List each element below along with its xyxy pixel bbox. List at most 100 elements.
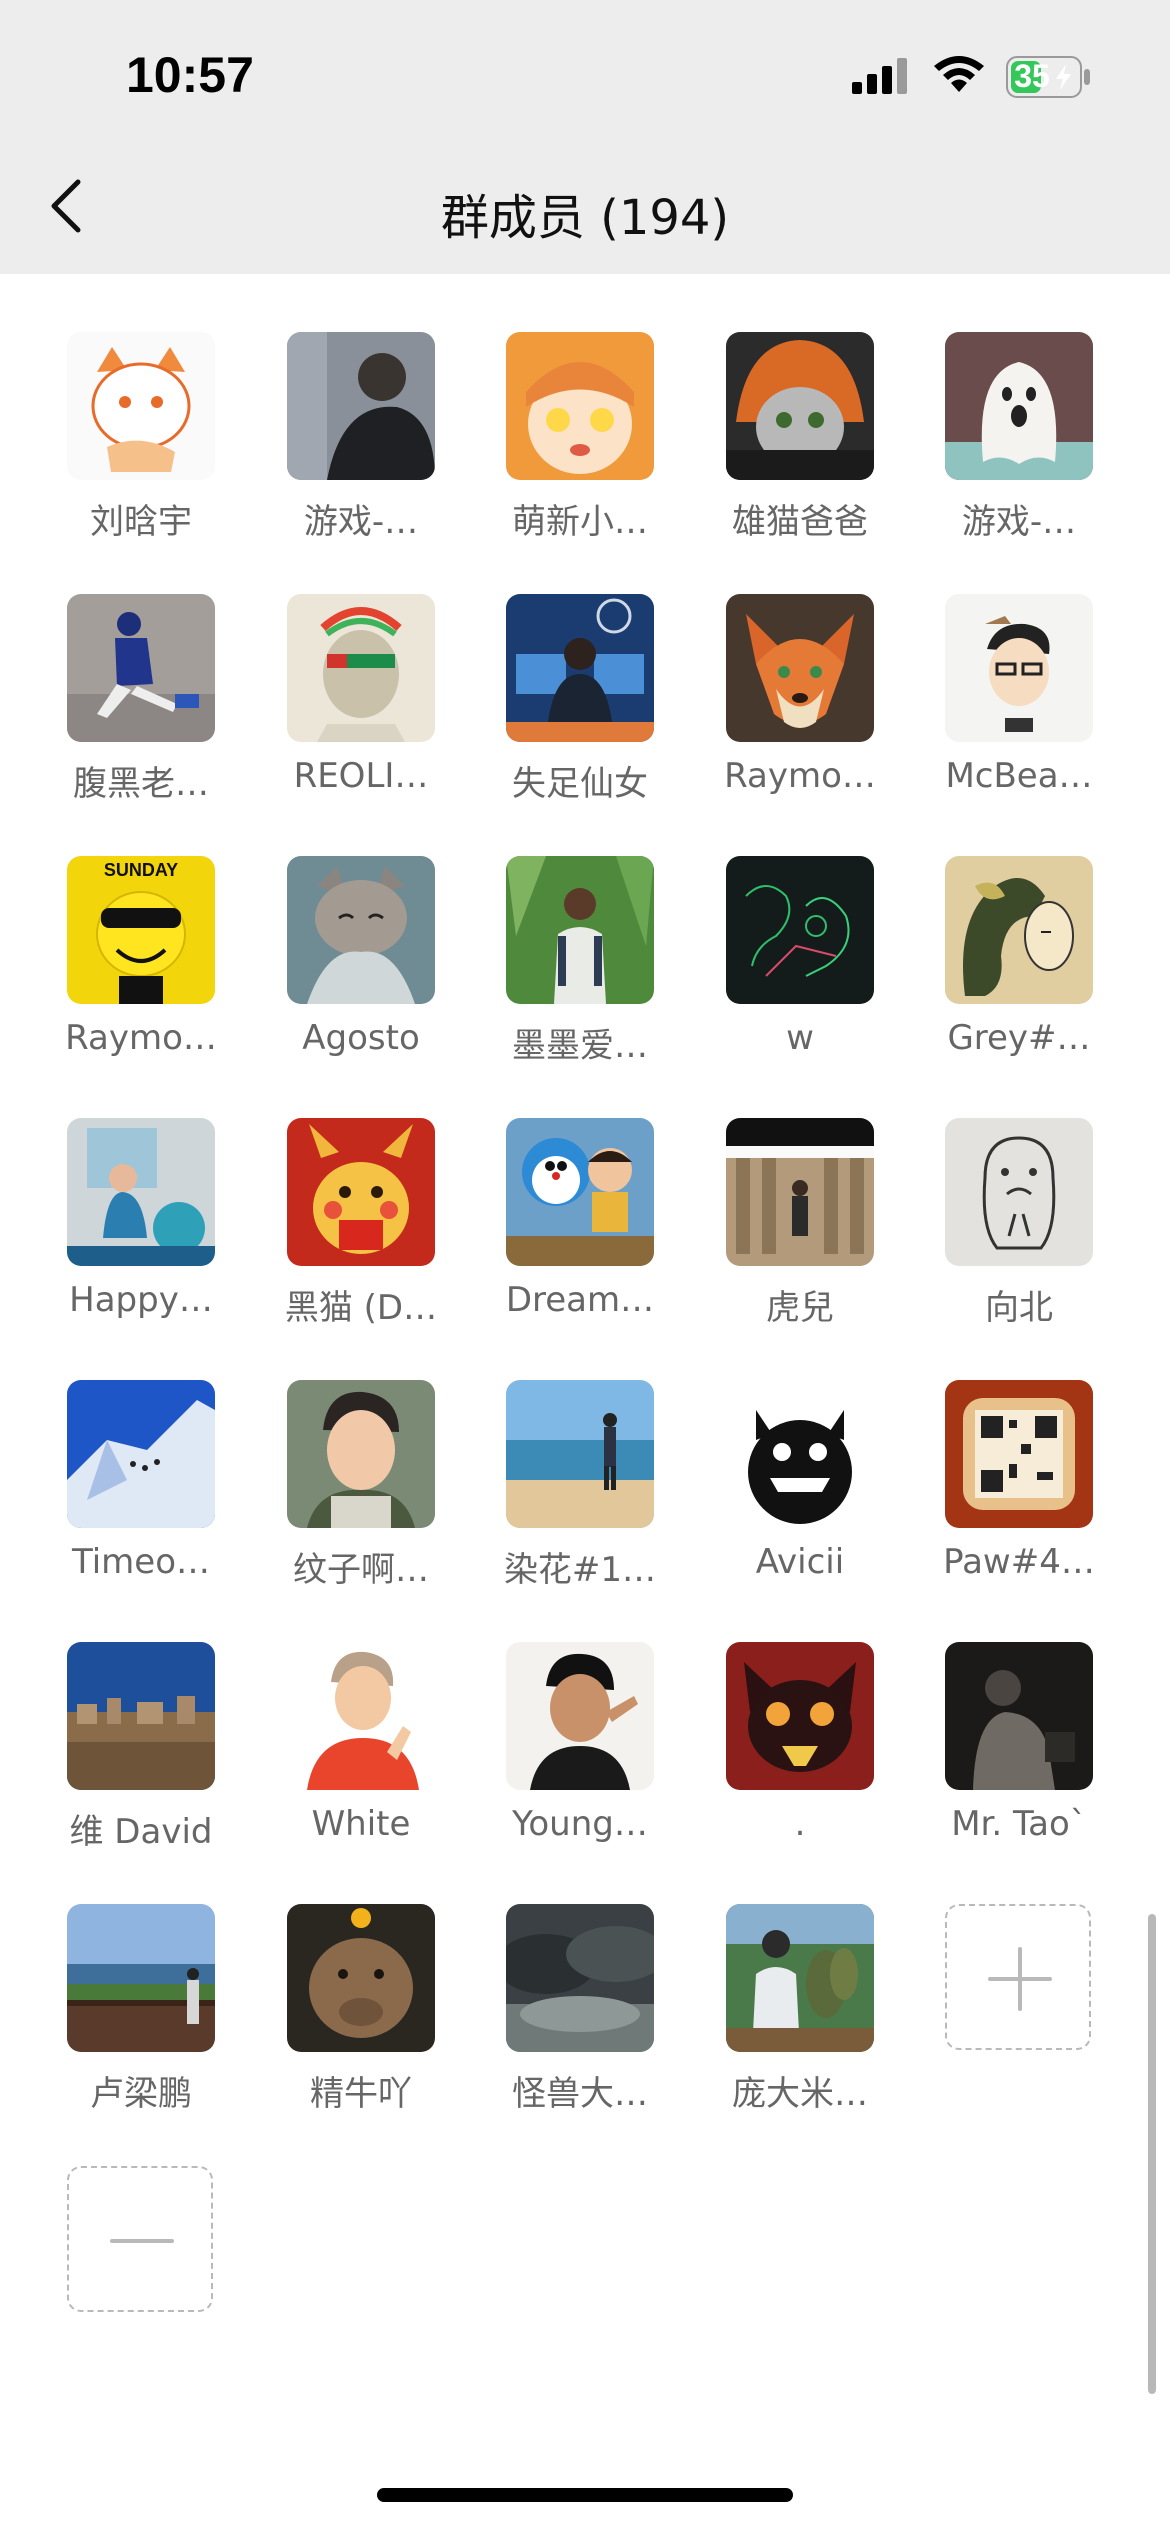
- member-item[interactable]: Young…: [469, 1642, 691, 1882]
- sunday-smiley-icon: SUNDAY: [67, 856, 215, 1004]
- member-item[interactable]: Timeo…: [30, 1380, 252, 1620]
- member-item[interactable]: REOLI…: [250, 594, 472, 834]
- member-name: 刘晗宇: [90, 502, 192, 542]
- member-item[interactable]: Raymo…: [689, 594, 911, 834]
- member-item[interactable]: Paw#4…: [908, 1380, 1130, 1620]
- member-item[interactable]: 腹黑老…: [30, 594, 252, 834]
- member-name: 维 David: [69, 1812, 213, 1852]
- member-item[interactable]: 雄猫爸爸: [689, 332, 911, 572]
- member-name: 失足仙女: [512, 764, 648, 804]
- botanical-face-icon: [945, 856, 1093, 1004]
- battery-icon: 35: [1006, 56, 1092, 103]
- member-item[interactable]: 向北: [908, 1118, 1130, 1358]
- member-item[interactable]: Dream…: [469, 1118, 691, 1358]
- add-member-button[interactable]: [945, 1904, 1091, 2050]
- red-cat-icon: [726, 1642, 874, 1790]
- member-name: Paw#4…: [943, 1542, 1095, 1582]
- home-indicator: [377, 2488, 793, 2502]
- member-item[interactable]: 染花#1…: [469, 1380, 691, 1620]
- member-item[interactable]: 怪兽大…: [469, 1904, 691, 2144]
- member-name: Avicii: [755, 1542, 845, 1582]
- member-item[interactable]: 庞大米…: [689, 1904, 911, 2144]
- member-name: White: [311, 1804, 411, 1844]
- member-name: Dream…: [505, 1280, 655, 1320]
- member-item[interactable]: 精牛吖: [250, 1904, 472, 2144]
- status-time: 10:57: [126, 47, 254, 103]
- member-item[interactable]: 失足仙女: [469, 594, 691, 834]
- member-item[interactable]: 游戏-…: [250, 332, 472, 572]
- minus-icon: [110, 2239, 174, 2243]
- member-item[interactable]: Grey#…: [908, 856, 1130, 1096]
- member-item[interactable]: Mr. Tao`: [908, 1642, 1130, 1882]
- member-item[interactable]: 卢梁鹏: [30, 1904, 252, 2144]
- member-grid: 刘晗宇 游戏-… 萌新小… 雄猫爸爸 游戏-… 腹黑老… REOLI… 失足仙女…: [0, 274, 1170, 2532]
- member-item[interactable]: 游戏-…: [908, 332, 1130, 572]
- top-bar: 10:57 35 群成员 (194): [0, 0, 1170, 274]
- city-sky-icon: [67, 1642, 215, 1790]
- young-man-selfie-icon: [287, 1380, 435, 1528]
- dark-portrait-icon: [945, 1642, 1093, 1790]
- member-name: .: [794, 1804, 806, 1844]
- pikachu-icon: [287, 1118, 435, 1266]
- member-name: Happy…: [69, 1280, 213, 1320]
- cat-helmet-icon: [726, 332, 874, 480]
- member-item[interactable]: 黑猫 (D…: [250, 1118, 472, 1358]
- doraemon-icon: [506, 1118, 654, 1266]
- remove-member-button[interactable]: [67, 2166, 213, 2312]
- black-monster-icon: [726, 1380, 874, 1528]
- member-name: Young…: [512, 1804, 648, 1844]
- fisherman-icon: [726, 1904, 874, 2052]
- member-name: McBea…: [945, 756, 1093, 796]
- page-title: 群成员 (194): [440, 190, 730, 246]
- member-name: 向北: [985, 1288, 1053, 1328]
- qr-toast-icon: [945, 1380, 1093, 1528]
- beach-person-icon: [506, 1380, 654, 1528]
- member-item[interactable]: .: [689, 1642, 911, 1882]
- member-name: Agosto: [302, 1018, 420, 1058]
- member-name: Raymo…: [724, 756, 876, 796]
- member-name: w: [786, 1018, 814, 1058]
- member-name: REOLI…: [293, 756, 429, 796]
- ape-nft-icon: [287, 594, 435, 742]
- member-name: Raymo…: [65, 1018, 217, 1058]
- member-item[interactable]: SUNDAY Raymo…: [30, 856, 252, 1096]
- member-item[interactable]: 维 David: [30, 1642, 252, 1882]
- member-name: 黑猫 (D…: [284, 1288, 438, 1328]
- member-item[interactable]: White: [250, 1642, 472, 1882]
- member-name: 游戏-…: [961, 502, 1077, 542]
- member-item[interactable]: 刘晗宇: [30, 332, 252, 572]
- member-name: 精牛吖: [310, 2074, 412, 2114]
- svg-text:SUNDAY: SUNDAY: [104, 860, 178, 880]
- member-item[interactable]: w: [689, 856, 911, 1096]
- boy-pose-icon: [506, 1642, 654, 1790]
- wifi-icon: [934, 56, 984, 92]
- ghost-icon: [945, 332, 1093, 480]
- scrollbar[interactable]: [1148, 1914, 1156, 2394]
- member-name: 萌新小…: [512, 502, 648, 542]
- member-name: Grey#…: [947, 1018, 1091, 1058]
- member-item[interactable]: Happy…: [30, 1118, 252, 1358]
- member-item[interactable]: Agosto: [250, 856, 472, 1096]
- temple-columns-icon: [726, 1118, 874, 1266]
- glasses-man-cartoon-icon: [945, 594, 1093, 742]
- member-name: 虎兒: [766, 1288, 834, 1328]
- member-item[interactable]: McBea…: [908, 594, 1130, 834]
- member-name: 腹黑老…: [73, 764, 209, 804]
- dark-clouds-icon: [506, 1904, 654, 2052]
- seaside-deck-icon: [67, 1904, 215, 2052]
- member-item[interactable]: 虎兒: [689, 1118, 911, 1358]
- umaru-anime-icon: [506, 332, 654, 480]
- plus-icon: [988, 1947, 1052, 2011]
- member-item[interactable]: Avicii: [689, 1380, 911, 1620]
- battery-level: 35: [1014, 58, 1050, 94]
- member-name: 怪兽大…: [512, 2074, 648, 2114]
- member-item[interactable]: 萌新小…: [469, 332, 691, 572]
- neon-sketch-icon: [726, 856, 874, 1004]
- member-item[interactable]: 墨墨爱…: [469, 856, 691, 1096]
- fox-nick-icon: [726, 594, 874, 742]
- member-item[interactable]: 纹子啊…: [250, 1380, 472, 1620]
- sitting-figure-icon: [67, 594, 215, 742]
- member-name: Mr. Tao`: [951, 1804, 1087, 1844]
- member-name: 卢梁鹏: [90, 2074, 192, 2114]
- anime-boy-icon: [287, 1642, 435, 1790]
